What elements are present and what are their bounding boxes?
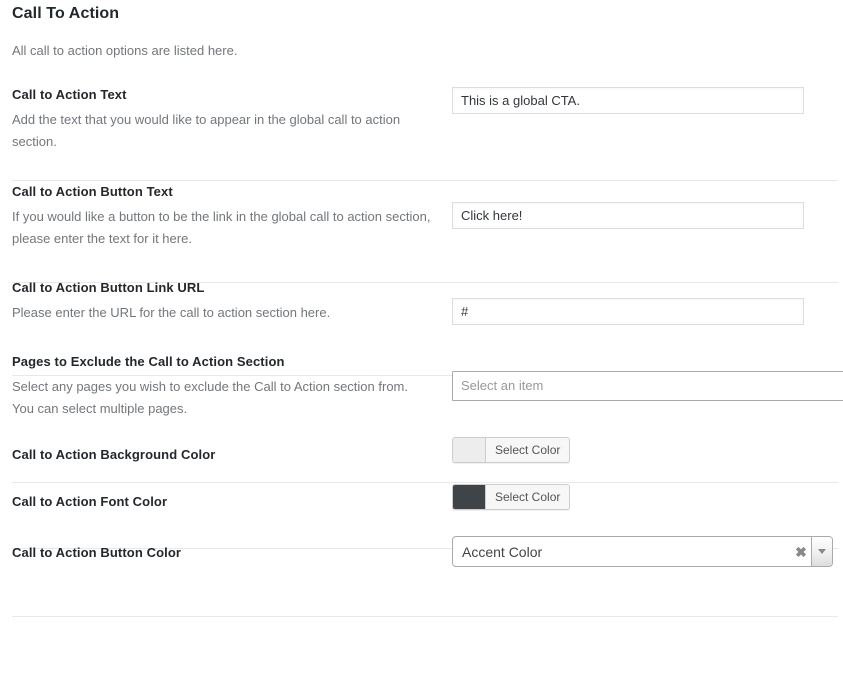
field-row-cta-button-text: Call to Action Button Text If you would …: [0, 183, 843, 250]
field-row-button-color: Call to Action Button Color Accent Color…: [0, 536, 843, 567]
field-row-pages-to-exclude: Pages to Exclude the Call to Action Sect…: [0, 353, 843, 420]
cta-link-url-input[interactable]: [452, 298, 804, 325]
page-title: Call To Action: [12, 5, 120, 22]
select-color-label: Select Color: [486, 438, 570, 462]
cta-button-text-input[interactable]: [452, 202, 804, 229]
field-description: Please enter the URL for the call to act…: [12, 305, 331, 320]
field-row-font-color: Call to Action Font Color Select Color: [0, 484, 843, 514]
field-control-font-color: Select Color: [452, 484, 831, 514]
field-label-cta-button-text: Call to Action Button Text If you would …: [12, 183, 452, 250]
field-title: Call to Action Button Text: [12, 184, 173, 199]
button-color-select[interactable]: Accent Color ✖: [452, 536, 833, 567]
font-color-swatch[interactable]: [453, 485, 486, 509]
field-control-cta-button-text: [452, 183, 831, 229]
field-control-cta-text: [452, 86, 831, 114]
field-title: Call to Action Background Color: [12, 447, 216, 462]
section-description: All call to action options are listed he…: [12, 43, 238, 58]
row-divider: [12, 616, 838, 617]
pages-to-exclude-multiselect[interactable]: Select an item: [452, 371, 843, 401]
field-description: Add the text that you would like to appe…: [12, 112, 401, 149]
select-color-label: Select Color: [486, 485, 570, 509]
field-control-cta-link-url: [452, 279, 831, 325]
call-to-action-settings-page: Call To Action All call to action option…: [0, 0, 843, 676]
field-control-background-color: Select Color: [452, 437, 831, 467]
row-divider: [12, 482, 838, 483]
field-label-cta-link-url: Call to Action Button Link URL Please en…: [12, 279, 452, 324]
field-row-background-color: Call to Action Background Color Select C…: [0, 437, 843, 467]
field-description: Select any pages you wish to exclude the…: [12, 379, 408, 416]
field-control-button-color: Accent Color ✖: [452, 536, 833, 567]
field-title: Call to Action Button Link URL: [12, 280, 205, 295]
chevron-down-glyph: [818, 549, 826, 554]
field-label-background-color: Call to Action Background Color: [12, 446, 452, 463]
field-title: Call to Action Text: [12, 87, 127, 102]
field-title: Pages to Exclude the Call to Action Sect…: [12, 354, 285, 369]
field-title: Call to Action Button Color: [12, 544, 182, 560]
chevron-down-icon[interactable]: [811, 537, 832, 566]
field-label-button-color: Call to Action Button Color: [12, 544, 452, 561]
row-divider: [12, 180, 838, 181]
field-description: If you would like a button to be the lin…: [12, 209, 431, 246]
field-title: Call to Action Font Color: [12, 494, 168, 509]
field-row-cta-link-url: Call to Action Button Link URL Please en…: [0, 279, 843, 325]
cta-text-input[interactable]: [452, 87, 804, 114]
font-color-picker[interactable]: Select Color: [452, 484, 571, 510]
background-color-swatch[interactable]: [453, 438, 486, 462]
field-label-pages-to-exclude: Pages to Exclude the Call to Action Sect…: [12, 353, 452, 420]
clear-selection-icon[interactable]: ✖: [791, 538, 811, 566]
button-color-selected-value: Accent Color: [462, 543, 543, 560]
field-control-pages-to-exclude: Select an item: [452, 353, 843, 401]
section-header: Call To Action All call to action option…: [0, 0, 843, 60]
field-label-font-color: Call to Action Font Color: [12, 493, 452, 510]
field-label-cta-text: Call to Action Text Add the text that yo…: [12, 86, 452, 153]
background-color-picker[interactable]: Select Color: [452, 437, 571, 463]
field-row-cta-text: Call to Action Text Add the text that yo…: [0, 86, 843, 153]
multiselect-placeholder: Select an item: [461, 378, 544, 393]
